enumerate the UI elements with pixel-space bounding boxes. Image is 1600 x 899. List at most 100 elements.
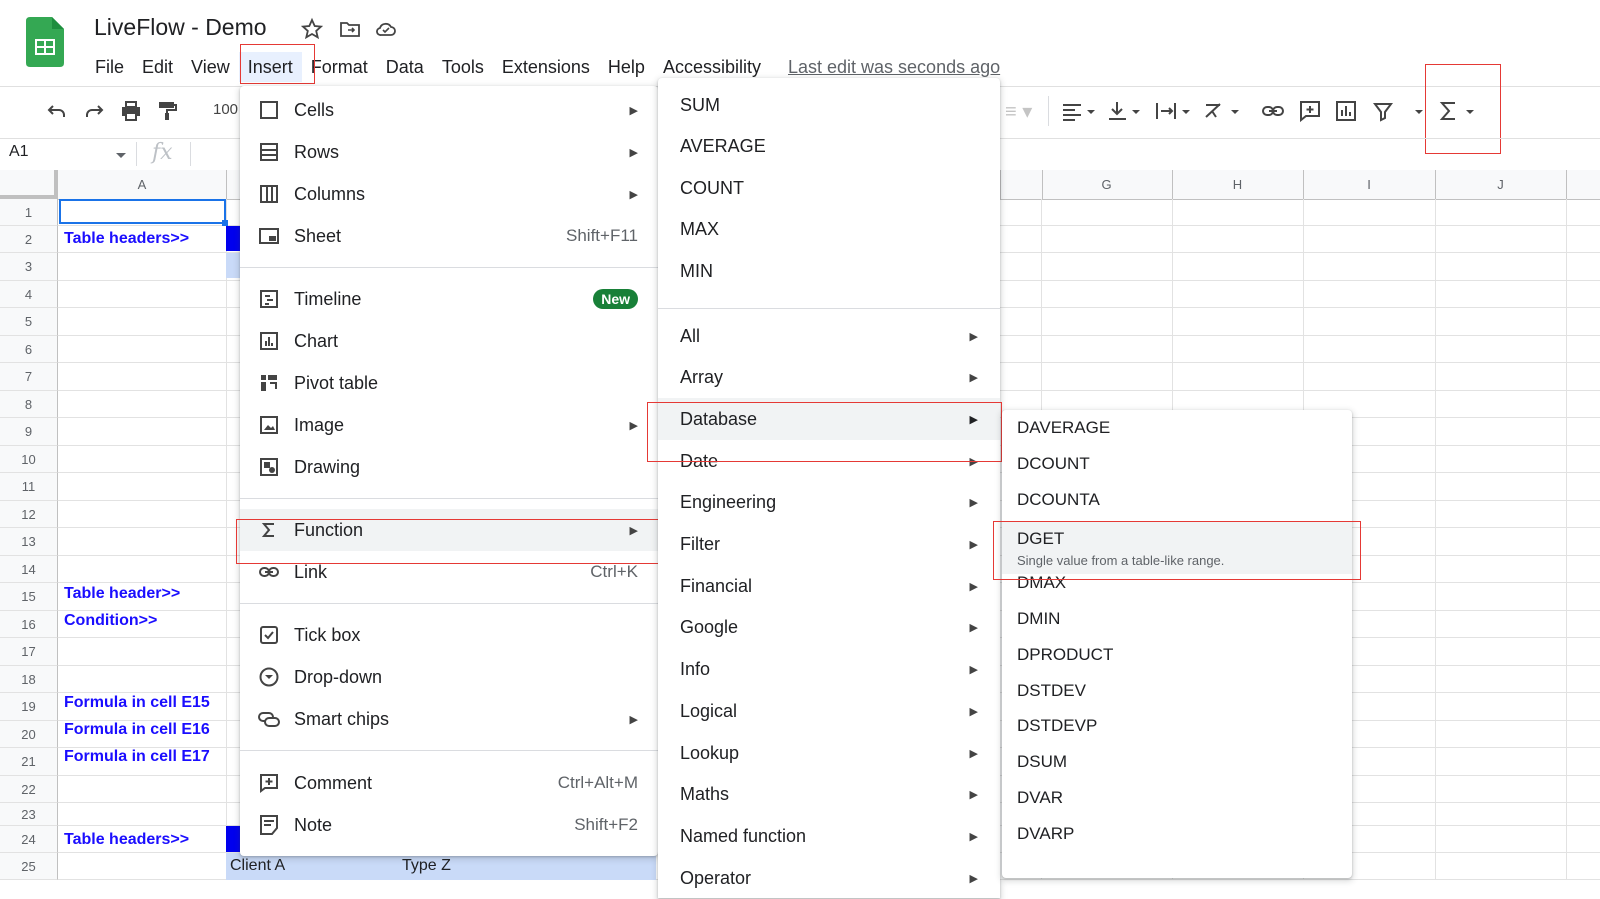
print-icon[interactable]: [118, 98, 144, 124]
function-max[interactable]: MAX: [658, 209, 1000, 251]
row-header-5[interactable]: 5: [0, 308, 58, 336]
row-header-3[interactable]: 3: [0, 253, 58, 281]
menu-item-note[interactable]: Note Shift+F2: [240, 804, 658, 846]
row-header-12[interactable]: 12: [0, 501, 58, 528]
menu-extensions[interactable]: Extensions: [493, 52, 599, 82]
row-header-14[interactable]: 14: [0, 556, 58, 583]
text-wrapping-icon[interactable]: [1153, 98, 1195, 124]
menu-item-rows[interactable]: Rows ▶: [240, 131, 658, 173]
menu-help[interactable]: Help: [599, 52, 654, 82]
insert-chart-icon[interactable]: [1333, 98, 1359, 124]
category-named-function[interactable]: Named function ▶: [658, 815, 1000, 857]
cell-a15[interactable]: Table header>>: [64, 585, 180, 603]
function-min[interactable]: MIN: [658, 250, 1000, 292]
chevron-down-icon[interactable]: [116, 153, 126, 158]
db-function-dstdevp[interactable]: DSTDEVP: [1002, 708, 1352, 744]
menu-item-chart[interactable]: Chart: [240, 320, 658, 362]
row-header-19[interactable]: 19: [0, 693, 58, 721]
category-maths[interactable]: Maths ▶: [658, 774, 1000, 816]
row-header-4[interactable]: 4: [0, 281, 58, 308]
vertical-align-icon[interactable]: [1105, 98, 1145, 124]
menu-item-comment[interactable]: Comment Ctrl+Alt+M: [240, 762, 658, 804]
db-function-dstdev[interactable]: DSTDEV: [1002, 673, 1352, 709]
function-count[interactable]: COUNT: [658, 167, 1000, 209]
menu-item-cells[interactable]: Cells ▶: [240, 89, 658, 131]
insert-link-icon[interactable]: [1260, 98, 1286, 124]
header-cell-b2[interactable]: [226, 226, 240, 251]
row-header-6[interactable]: 6: [0, 336, 58, 363]
star-icon[interactable]: [300, 17, 324, 41]
cell-a24[interactable]: Table headers>>: [64, 831, 189, 849]
row-header-25[interactable]: 25: [0, 853, 58, 880]
category-filter[interactable]: Filter ▶: [658, 524, 1000, 566]
cell-c25[interactable]: Type Z: [402, 857, 451, 875]
row-header-22[interactable]: 22: [0, 776, 58, 803]
db-function-dvarp[interactable]: DVARP: [1002, 816, 1352, 852]
menu-item-tick-box[interactable]: Tick box: [240, 614, 658, 656]
row-header-24[interactable]: 24: [0, 826, 58, 853]
menu-view[interactable]: View: [182, 52, 239, 82]
row-header-21[interactable]: 21: [0, 748, 58, 776]
category-engineering[interactable]: Engineering ▶: [658, 482, 1000, 524]
document-title[interactable]: LiveFlow - Demo: [94, 14, 267, 41]
menu-item-pivot-table[interactable]: Pivot table: [240, 362, 658, 404]
category-info[interactable]: Info ▶: [658, 649, 1000, 691]
row-header-10[interactable]: 10: [0, 446, 58, 473]
horizontal-align-icon[interactable]: [1060, 98, 1100, 124]
column-header-i[interactable]: I: [1303, 170, 1436, 199]
paint-format-icon[interactable]: [154, 98, 180, 124]
db-function-dcounta[interactable]: DCOUNTA: [1002, 482, 1352, 518]
category-operator[interactable]: Operator ▶: [658, 857, 1000, 899]
last-edit-link[interactable]: Last edit was seconds ago: [788, 57, 1000, 78]
db-function-dproduct[interactable]: DPRODUCT: [1002, 637, 1352, 673]
row-header-20[interactable]: 20: [0, 721, 58, 748]
column-header-h[interactable]: H: [1172, 170, 1304, 199]
column-header-g[interactable]: G: [1041, 170, 1173, 199]
selected-cell-a1[interactable]: [59, 199, 226, 224]
cell-b25[interactable]: Client A: [230, 857, 285, 875]
cell-a2[interactable]: Table headers>>: [64, 230, 189, 248]
menu-item-image[interactable]: Image ▶: [240, 404, 658, 446]
db-function-dmin[interactable]: DMIN: [1002, 601, 1352, 637]
menu-item-sheet[interactable]: Sheet Shift+F11: [240, 215, 658, 257]
menu-item-drawing[interactable]: Drawing: [240, 446, 658, 488]
move-folder-icon[interactable]: [338, 17, 362, 41]
column-header-f[interactable]: [1000, 170, 1043, 199]
menu-tools[interactable]: Tools: [433, 52, 493, 82]
menu-data[interactable]: Data: [377, 52, 433, 82]
menu-item-smart-chips[interactable]: Smart chips ▶: [240, 698, 658, 740]
column-header-j[interactable]: J: [1435, 170, 1567, 199]
db-function-dvar[interactable]: DVAR: [1002, 780, 1352, 816]
cell-a20[interactable]: Formula in cell E16: [64, 721, 210, 739]
undo-icon[interactable]: [44, 98, 70, 124]
function-average[interactable]: AVERAGE: [658, 126, 1000, 168]
category-array[interactable]: Array ▶: [658, 357, 1000, 399]
select-all-corner[interactable]: [0, 170, 58, 199]
cell-a21[interactable]: Formula in cell E17: [64, 748, 210, 766]
menu-edit[interactable]: Edit: [133, 52, 182, 82]
function-sum[interactable]: SUM: [658, 84, 1000, 126]
category-all[interactable]: All ▶: [658, 315, 1000, 357]
filter-icon[interactable]: [1370, 98, 1430, 124]
row-header-16[interactable]: 16: [0, 611, 58, 638]
menu-file[interactable]: File: [86, 52, 133, 82]
sheets-logo-icon[interactable]: [26, 17, 64, 67]
row-header-1[interactable]: 1: [0, 199, 58, 226]
row-header-17[interactable]: 17: [0, 638, 58, 666]
category-google[interactable]: Google ▶: [658, 607, 1000, 649]
db-function-dsum[interactable]: DSUM: [1002, 744, 1352, 780]
menu-item-drop-down[interactable]: Drop-down: [240, 656, 658, 698]
row-header-11[interactable]: 11: [0, 473, 58, 501]
column-header-a[interactable]: A: [58, 170, 227, 199]
redo-icon[interactable]: [81, 98, 107, 124]
row-header-7[interactable]: 7: [0, 363, 58, 391]
cell-a19[interactable]: Formula in cell E15: [64, 694, 210, 712]
name-box[interactable]: A1: [9, 143, 29, 161]
cloud-saved-icon[interactable]: [374, 17, 398, 41]
row-header-9[interactable]: 9: [0, 418, 58, 446]
row-header-18[interactable]: 18: [0, 666, 58, 693]
row-header-15[interactable]: 15: [0, 583, 58, 611]
header-cell-b24[interactable]: [226, 826, 240, 852]
text-rotation-icon[interactable]: [1200, 98, 1244, 124]
insert-comment-icon[interactable]: [1297, 98, 1323, 124]
